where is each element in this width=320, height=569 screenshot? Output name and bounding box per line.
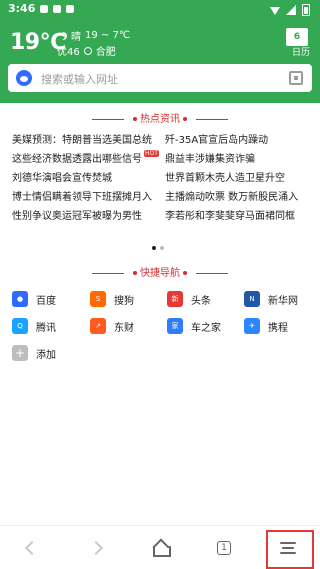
news-pager[interactable]: [152, 246, 164, 250]
quick-nav-title-text: 快捷导航: [140, 268, 180, 279]
calendar-label[interactable]: 日历: [292, 45, 310, 58]
baidu-search-icon[interactable]: [16, 70, 32, 86]
page-dot-active: [152, 246, 156, 250]
air-quality: 优46: [57, 47, 80, 58]
news-item[interactable]: 这些经济数据透露出哪些信号HOT: [12, 150, 165, 169]
title-dot: [133, 117, 137, 121]
menu-highlight-box: [266, 530, 314, 569]
weather-condition: 晴: [71, 32, 81, 43]
news-item[interactable]: 鼎益丰涉嫌集资诈骗: [165, 150, 312, 169]
quick-item-label: 携程: [268, 322, 288, 334]
hot-news-title: 热点资讯: [0, 110, 320, 126]
quick-item-label: 头条: [191, 295, 211, 307]
news-item[interactable]: 世界首颗木壳人造卫星升空: [165, 169, 312, 188]
search-input[interactable]: 搜索或输入网址: [41, 71, 118, 87]
forward-icon: [88, 540, 104, 556]
status-bar: 3:46: [0, 0, 320, 18]
news-row: 性别争议奥运冠军被曝为男性 李若彤和李斐斐穿马面裙同框: [12, 207, 312, 226]
notification-icon: [40, 5, 48, 13]
quick-nav-title: 快捷导航: [0, 264, 320, 280]
title-dot: [133, 271, 137, 275]
news-item[interactable]: 博士情侣瞒着领导下班摆摊月入: [12, 188, 165, 207]
status-time: 3:46: [8, 2, 36, 15]
news-item[interactable]: 主播煽动吹票 数万新股民涌入: [165, 188, 312, 207]
hot-badge: HOT: [144, 150, 159, 157]
browser-home: 3:46 19℃ 晴 19 ~ 7℃ 优46 合肥 6 日历 搜索或输入网址 热…: [0, 0, 320, 569]
weather-location-row: 优46 合肥: [57, 43, 116, 58]
autohome-icon: 家: [167, 318, 183, 334]
news-row: 这些经济数据透露出哪些信号HOT 鼎益丰涉嫌集资诈骗: [12, 150, 312, 169]
hot-news-list: 美媒预测：特朗普当选美国总统 歼-35A官宣后岛内躁动 这些经济数据透露出哪些信…: [12, 131, 312, 226]
quick-item-label: 车之家: [191, 322, 221, 334]
temperature-range: 19 ~ 7℃: [85, 30, 131, 41]
weather-header: 3:46 19℃ 晴 19 ~ 7℃ 优46 合肥 6 日历 搜索或输入网址: [0, 0, 320, 103]
location-name: 合肥: [95, 47, 116, 58]
home-button[interactable]: [128, 526, 192, 569]
location-icon: [83, 46, 92, 55]
quick-item-label: 东财: [114, 322, 134, 334]
news-row: 刘德华演唱会宣传焚城 世界首颗木壳人造卫星升空: [12, 169, 312, 188]
quick-item-autohome[interactable]: 家 车之家: [167, 316, 221, 336]
hot-news-title-text: 热点资讯: [140, 114, 180, 125]
search-bar[interactable]: 搜索或输入网址: [8, 64, 312, 92]
add-icon: +: [12, 345, 28, 361]
battery-icon: [302, 4, 310, 16]
notification-icon: [66, 5, 74, 13]
title-dot: [183, 117, 187, 121]
notification-icons: [40, 5, 74, 13]
signal-icon: [286, 5, 296, 15]
home-icon: [152, 540, 171, 557]
quick-item-add[interactable]: + 添加: [12, 343, 56, 363]
baidu-icon: ●: [12, 291, 28, 307]
scan-icon[interactable]: [289, 71, 303, 85]
news-item-text: 这些经济数据透露出哪些信号: [12, 154, 142, 165]
moon-icon: [57, 32, 65, 40]
news-item[interactable]: 美媒预测：特朗普当选美国总统: [12, 131, 165, 150]
news-item[interactable]: 歼-35A官宣后岛内躁动: [165, 131, 312, 150]
xinhua-icon: N: [244, 291, 260, 307]
title-divider: [92, 118, 124, 120]
news-item[interactable]: 刘德华演唱会宣传焚城: [12, 169, 165, 188]
quick-item-dongcai[interactable]: ↗ 东财: [90, 316, 134, 336]
quick-item-toutiao[interactable]: 新 头条: [167, 289, 211, 309]
quick-item-label: 腾讯: [36, 322, 56, 334]
title-divider: [92, 272, 124, 274]
calendar-day: 6: [293, 32, 301, 42]
news-row: 美媒预测：特朗普当选美国总统 歼-35A官宣后岛内躁动: [12, 131, 312, 150]
title-divider: [196, 272, 228, 274]
news-item[interactable]: 性别争议奥运冠军被曝为男性: [12, 207, 165, 226]
forward-button[interactable]: [64, 526, 128, 569]
quick-item-xinhua[interactable]: N 新华网: [244, 289, 298, 309]
tabs-icon: 1: [217, 541, 231, 555]
toutiao-icon: 新: [167, 291, 183, 307]
quick-item-label: 百度: [36, 295, 56, 307]
tabs-button[interactable]: 1: [192, 526, 256, 569]
quick-item-tencent[interactable]: Q 腾讯: [12, 316, 56, 336]
notification-icon: [53, 5, 61, 13]
weather-condition-row: 晴 19 ~ 7℃: [57, 28, 130, 43]
tencent-icon: Q: [12, 318, 28, 334]
news-row: 博士情侣瞒着领导下班摆摊月入 主播煽动吹票 数万新股民涌入: [12, 188, 312, 207]
quick-item-sogou[interactable]: S 搜狗: [90, 289, 134, 309]
quick-item-label: 搜狗: [114, 295, 134, 307]
quick-item-ctrip[interactable]: ✈ 携程: [244, 316, 288, 336]
title-dot: [183, 271, 187, 275]
ctrip-icon: ✈: [244, 318, 260, 334]
system-icons: [270, 4, 310, 16]
wifi-icon: [270, 7, 280, 15]
quick-item-label: 添加: [36, 349, 56, 361]
back-button[interactable]: [0, 526, 64, 569]
sogou-icon: S: [90, 291, 106, 307]
page-dot: [160, 246, 164, 250]
calendar-icon[interactable]: 6: [286, 28, 308, 46]
title-divider: [196, 118, 228, 120]
back-icon: [24, 540, 40, 556]
quick-item-baidu[interactable]: ● 百度: [12, 289, 56, 309]
quick-item-label: 新华网: [268, 295, 298, 307]
tab-count: 1: [221, 543, 227, 553]
dongcai-icon: ↗: [90, 318, 106, 334]
news-item[interactable]: 李若彤和李斐斐穿马面裙同框: [165, 207, 312, 226]
